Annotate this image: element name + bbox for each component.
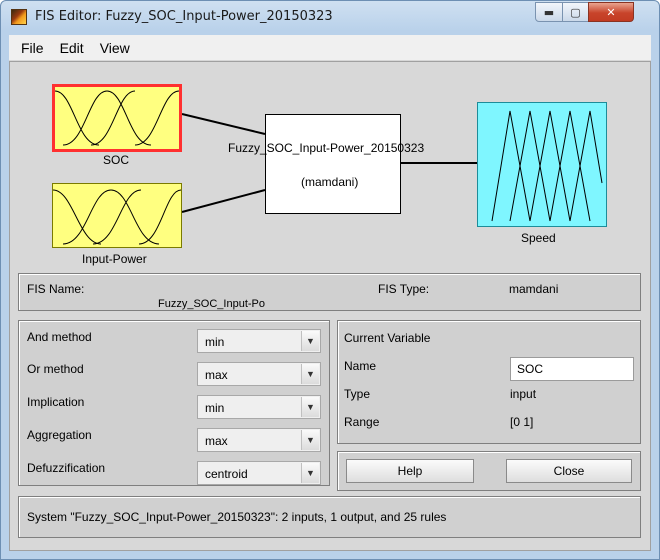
help-button[interactable]: Help — [346, 459, 474, 483]
output-mf-icon — [491, 110, 603, 222]
menu-file[interactable]: File — [21, 40, 44, 56]
title-bar[interactable]: FIS Editor: Fuzzy_SOC_Input-Power_201503… — [1, 1, 659, 35]
dropdown-arrow-icon[interactable]: ▼ — [301, 364, 319, 384]
or-method-label: Or method — [27, 362, 84, 376]
input-mf-icon — [55, 90, 179, 146]
variable-range-label: Range — [344, 415, 380, 429]
input-power-block[interactable] — [52, 183, 182, 248]
fis-name-label: FIS Name: — [27, 282, 85, 296]
maximize-icon: ▢ — [570, 5, 581, 19]
implication-value: min — [205, 401, 225, 415]
variable-name-label: Name — [344, 359, 377, 373]
dropdown-arrow-icon[interactable]: ▼ — [301, 430, 319, 450]
defuzzification-select[interactable]: centroid ▼ — [197, 461, 321, 485]
maximize-button[interactable]: ▢ — [562, 2, 589, 22]
status-panel: System "Fuzzy_SOC_Input-Power_20150323":… — [18, 496, 641, 538]
fis-name-value: Fuzzy_SOC_Input-Po — [158, 298, 265, 310]
wire-input-power — [181, 189, 266, 213]
defuzzification-value: centroid — [205, 467, 248, 481]
close-button[interactable]: Close — [506, 459, 632, 483]
wire-soc — [181, 113, 266, 135]
fis-type-value: mamdani — [509, 282, 559, 296]
dropdown-arrow-icon[interactable]: ▼ — [301, 397, 319, 417]
and-method-select[interactable]: min ▼ — [197, 329, 321, 353]
input-soc-label: SOC — [103, 153, 130, 167]
current-variable-panel: Current Variable Name Type input Range [… — [337, 320, 641, 444]
menu-view[interactable]: View — [100, 40, 130, 56]
fis-info-panel: FIS Name: Fuzzy_SOC_Input-Po FIS Type: m… — [18, 273, 641, 311]
minimize-button[interactable]: ▬ — [535, 2, 563, 22]
minimize-icon: ▬ — [543, 5, 555, 19]
window-title: FIS Editor: Fuzzy_SOC_Input-Power_201503… — [35, 9, 333, 24]
variable-type-label: Type — [344, 387, 371, 401]
buttons-panel: Help Close — [337, 451, 641, 491]
variable-name-input[interactable] — [510, 357, 634, 381]
variable-range-value: [0 1] — [510, 415, 534, 429]
and-method-value: min — [205, 335, 225, 349]
fis-diagram: SOC Input-Power Fuzzy_SOC_Input-Power_20… — [10, 62, 650, 266]
input-power-label: Input-Power — [82, 252, 147, 266]
output-speed-label: Speed — [521, 231, 556, 245]
close-icon: ✕ — [606, 5, 616, 19]
menu-edit[interactable]: Edit — [60, 40, 84, 56]
dropdown-arrow-icon[interactable]: ▼ — [301, 463, 319, 483]
implication-select[interactable]: min ▼ — [197, 395, 321, 419]
close-window-button[interactable]: ✕ — [588, 2, 634, 22]
output-speed-block[interactable] — [477, 102, 607, 227]
fis-editor-window: FIS Editor: Fuzzy_SOC_Input-Power_201503… — [0, 0, 660, 560]
aggregation-value: max — [205, 434, 228, 448]
dropdown-arrow-icon[interactable]: ▼ — [301, 331, 319, 351]
menu-bar: File Edit View — [9, 35, 651, 61]
aggregation-label: Aggregation — [27, 428, 92, 442]
or-method-select[interactable]: max ▼ — [197, 362, 321, 386]
system-method-label: (mamdani) — [301, 175, 359, 189]
aggregation-select[interactable]: max ▼ — [197, 428, 321, 452]
fis-system-block[interactable] — [265, 114, 401, 214]
and-method-label: And method — [27, 330, 92, 344]
variable-type-value: input — [510, 387, 537, 401]
fis-editor-client: SOC Input-Power Fuzzy_SOC_Input-Power_20… — [9, 61, 651, 551]
methods-panel: And method min ▼ Or method max ▼ Implica… — [18, 320, 330, 486]
matlab-app-icon — [11, 9, 27, 25]
input-soc-block[interactable] — [52, 84, 182, 152]
defuzzification-label: Defuzzification — [27, 461, 106, 475]
system-name-label: Fuzzy_SOC_Input-Power_20150323 — [228, 141, 425, 155]
or-method-value: max — [205, 368, 228, 382]
input-mf-icon — [53, 189, 181, 245]
status-text: System "Fuzzy_SOC_Input-Power_20150323":… — [27, 510, 447, 524]
fis-type-label: FIS Type: — [378, 282, 430, 296]
implication-label: Implication — [27, 395, 85, 409]
current-variable-header: Current Variable — [344, 331, 431, 345]
